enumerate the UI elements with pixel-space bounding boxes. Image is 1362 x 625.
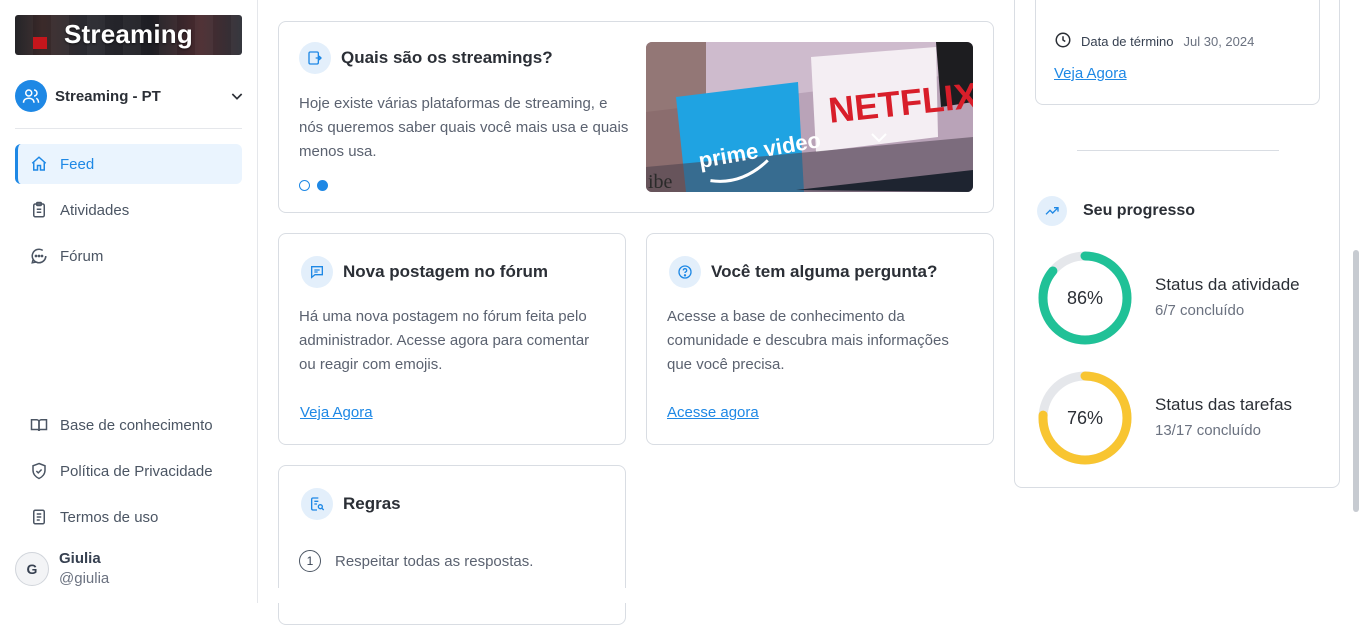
carousel-dot[interactable]	[299, 180, 310, 191]
brand-banner[interactable]: Streaming	[15, 15, 242, 55]
rule-number: 1	[299, 550, 321, 572]
carousel-dots	[299, 180, 328, 191]
forum-card: Nova postagem no fórum Há uma nova posta…	[278, 233, 626, 445]
sidebar-item-forum[interactable]: Fórum	[15, 236, 242, 276]
activity-card-link[interactable]: Veja Agora	[1054, 65, 1127, 82]
sidebar-item-knowledge-base[interactable]: Base de conhecimento	[30, 413, 213, 437]
scrollbar[interactable]	[1353, 250, 1359, 512]
sidebar-item-atividades[interactable]: Atividades	[15, 190, 242, 230]
content-fade	[258, 588, 1014, 603]
workspace-name: Streaming - PT	[55, 87, 161, 105]
brand-title: Streaming	[64, 19, 193, 49]
question-icon	[669, 256, 701, 288]
end-date-row: Data de término Jul 30, 2024	[1054, 31, 1254, 52]
activity-progress-value: 86%	[1066, 287, 1104, 308]
sidebar-item-label: Feed	[60, 155, 95, 173]
activity-card: Data de término Jul 30, 2024 Veja Agora	[1035, 0, 1320, 105]
sidebar-divider	[15, 128, 242, 129]
sidebar-item-label: Política de Privacidade	[60, 462, 213, 480]
activity-status-sub: 6/7 concluído	[1155, 302, 1245, 319]
tasks-status-title: Status das tarefas	[1155, 395, 1293, 414]
users-icon	[15, 80, 47, 112]
sidebar-item-privacy-policy[interactable]: Política de Privacidade	[30, 459, 213, 483]
activity-status-title: Status da atividade	[1155, 275, 1300, 294]
carousel-dot-active[interactable]	[317, 180, 328, 191]
chat-icon	[30, 247, 48, 265]
question-card-title: Você tem alguma pergunta?	[711, 262, 938, 281]
hero-card: Quais são os streamings? Hoje existe vár…	[278, 21, 994, 213]
workspace-switcher[interactable]: Streaming - PT	[15, 80, 245, 112]
sidebar: Streaming Streaming - PT Feed Atividades…	[0, 0, 258, 603]
forum-card-text: Há uma nova postagem no fórum feita pelo…	[299, 308, 590, 373]
progress-title: Seu progresso	[1083, 202, 1196, 219]
clock-icon	[1054, 31, 1072, 52]
rule-item: 1 Respeitar todas as respostas.	[299, 550, 533, 572]
sidebar-item-label: Fórum	[60, 247, 104, 265]
hero-text: Hoje existe várias plataformas de stream…	[299, 95, 629, 160]
panel-divider	[1077, 150, 1279, 151]
sidebar-item-label: Termos de uso	[60, 508, 159, 526]
trending-up-icon	[1037, 196, 1067, 226]
end-date-value: Jul 30, 2024	[1183, 34, 1255, 49]
forum-card-title: Nova postagem no fórum	[343, 262, 548, 281]
activity-progress-ring: 86%	[1037, 250, 1133, 346]
hero-image: NETFLIX prime video ibe	[646, 42, 973, 192]
sidebar-item-label: Atividades	[60, 201, 130, 219]
shield-icon	[30, 462, 48, 480]
tasks-status-sub: 13/17 concluído	[1155, 422, 1261, 439]
question-card-text: Acesse a base de conhecimento da comunid…	[667, 308, 949, 373]
chevron-down-icon[interactable]	[229, 88, 245, 109]
share-icon	[299, 42, 331, 74]
sidebar-item-feed[interactable]: Feed	[15, 144, 242, 184]
book-icon	[30, 416, 48, 434]
tasks-progress-ring: 76%	[1037, 370, 1133, 466]
progress-header: Seu progresso	[1037, 196, 1195, 226]
end-date-label: Data de término	[1081, 34, 1174, 49]
clipboard-icon	[30, 201, 48, 219]
forum-card-link[interactable]: Veja Agora	[300, 404, 373, 421]
user-profile[interactable]: G Giulia @giulia	[15, 550, 109, 587]
document-icon	[30, 508, 48, 526]
home-icon	[30, 155, 48, 173]
hero-title: Quais são os streamings?	[341, 48, 553, 67]
sidebar-item-label: Base de conhecimento	[60, 416, 213, 434]
hero-image-bottom-label: ibe	[648, 171, 673, 192]
question-card: Você tem alguma pergunta? Acesse a base …	[646, 233, 994, 445]
message-icon	[301, 256, 333, 288]
rules-card-title: Regras	[343, 494, 401, 513]
rule-text: Respeitar todas as respostas.	[335, 552, 534, 570]
avatar: G	[15, 551, 49, 586]
user-handle: @giulia	[59, 570, 110, 587]
document-search-icon	[301, 488, 333, 520]
question-card-link[interactable]: Acesse agora	[667, 404, 759, 421]
tasks-progress-value: 76%	[1066, 407, 1104, 428]
user-name: Giulia	[59, 550, 101, 567]
sidebar-item-terms[interactable]: Termos de uso	[30, 505, 158, 529]
right-panel: Data de término Jul 30, 2024 Veja Agora …	[1014, 0, 1340, 488]
